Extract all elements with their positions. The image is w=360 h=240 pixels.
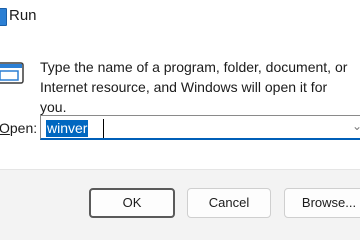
run-dialog: Run Type the name of a program, folder, … xyxy=(0,0,360,240)
open-label-text: pen: xyxy=(9,120,38,136)
open-label-accesskey: O xyxy=(0,120,10,136)
open-label: Open: xyxy=(0,120,37,136)
button-bar: OK Cancel Browse... xyxy=(0,169,360,240)
open-combobox[interactable]: winver ⌄ xyxy=(40,115,360,140)
cancel-button[interactable]: Cancel xyxy=(187,188,271,218)
window-title: Run xyxy=(9,7,37,24)
chevron-down-icon[interactable]: ⌄ xyxy=(352,119,360,133)
title-bar[interactable]: Run xyxy=(0,0,360,32)
browse-button[interactable]: Browse... xyxy=(284,188,360,218)
run-app-icon xyxy=(0,8,7,26)
text-cursor xyxy=(103,119,104,138)
open-input-value[interactable]: winver xyxy=(46,120,89,137)
dialog-description: Type the name of a program, folder, docu… xyxy=(40,59,348,115)
run-dialog-icon xyxy=(0,62,24,84)
ok-button[interactable]: OK xyxy=(89,188,175,218)
